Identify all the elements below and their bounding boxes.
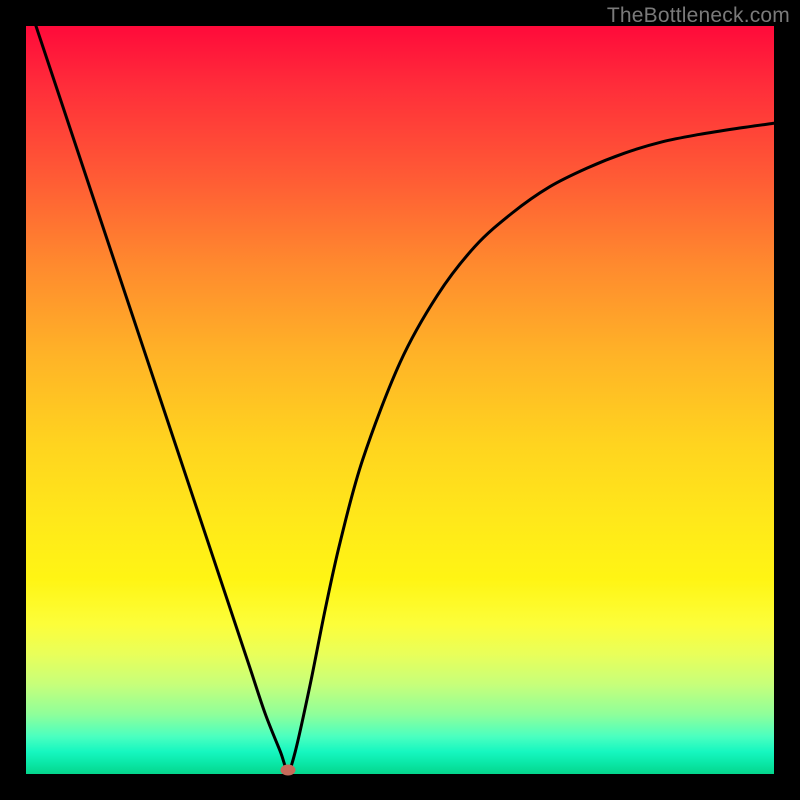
plot-area xyxy=(26,26,774,774)
chart-frame: TheBottleneck.com xyxy=(0,0,800,800)
curve-svg xyxy=(26,26,774,774)
bottleneck-curve xyxy=(26,26,774,770)
optimum-marker xyxy=(280,765,295,776)
watermark-text: TheBottleneck.com xyxy=(607,4,790,28)
